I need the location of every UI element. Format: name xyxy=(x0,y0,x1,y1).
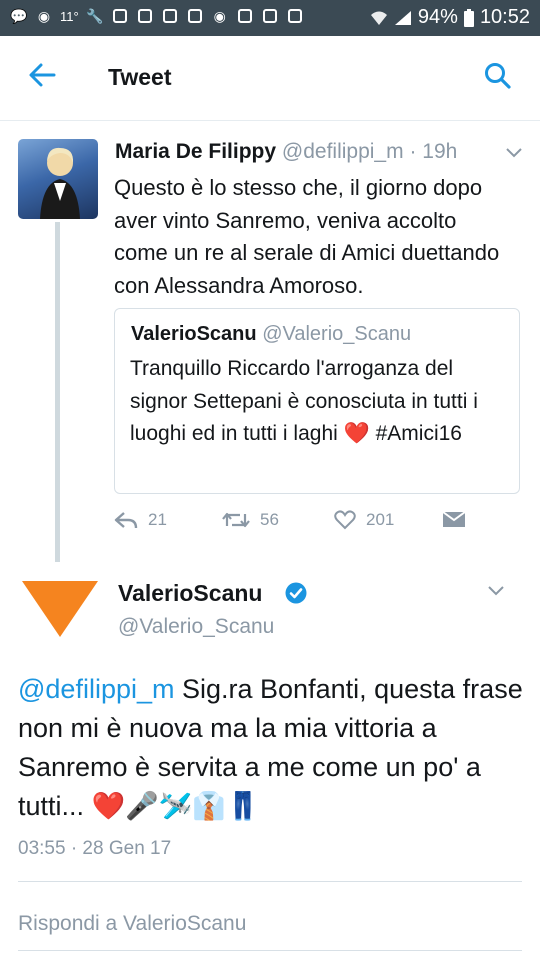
tweet-time: · 19h xyxy=(409,140,458,163)
author-handle: @defilippi_m xyxy=(281,140,404,163)
chevron-down-icon[interactable] xyxy=(506,148,522,158)
reply-button[interactable]: 21 xyxy=(114,510,167,530)
quoted-text: Tranquillo Riccardo l'arroganza del sign… xyxy=(130,357,478,445)
divider xyxy=(18,950,522,951)
retweet-button[interactable]: 56 xyxy=(222,510,279,530)
retweet-icon xyxy=(222,512,250,528)
quoted-tweet[interactable]: ValerioScanu @Valerio_Scanu Tranquillo R… xyxy=(114,308,520,494)
message-button[interactable] xyxy=(442,510,466,528)
battery-icon xyxy=(463,8,474,27)
instagram-icon xyxy=(236,7,254,25)
verified-badge-icon xyxy=(285,582,307,604)
image-icon xyxy=(111,7,129,25)
profile-photo xyxy=(40,147,80,219)
like-button[interactable]: 201 xyxy=(334,510,394,530)
messenger-icon: ◉ xyxy=(213,7,226,24)
instagram-icon xyxy=(186,7,204,25)
top-bar: Tweet xyxy=(0,36,540,121)
chevron-down-icon[interactable] xyxy=(488,586,504,596)
avatar[interactable] xyxy=(18,139,98,219)
signal-icon xyxy=(394,10,411,25)
reply-icon xyxy=(114,512,138,529)
chat-icon: 💬 xyxy=(10,7,28,24)
tweet-timestamp: 03:55 · 28 Gen 17 xyxy=(18,838,172,859)
like-count: 201 xyxy=(366,510,395,529)
thread-connector xyxy=(55,222,60,562)
status-bar: 💬 ◉ 11° 🔧 ◉ 94% 10:52 xyxy=(0,0,540,36)
quoted-author-name: ValerioScanu xyxy=(131,323,257,345)
wrench-icon: 🔧 xyxy=(85,7,104,24)
reply-count: 21 xyxy=(148,510,167,529)
instagram-icon xyxy=(286,7,304,25)
tweet-text: @defilippi_m Sig.ra Bonfanti, questa fra… xyxy=(18,670,523,826)
temperature: 11° xyxy=(60,8,79,24)
clock: 10:52 xyxy=(479,6,530,28)
author-name[interactable]: ValerioScanu xyxy=(118,580,262,607)
battery-percentage: 94% xyxy=(417,6,458,28)
envelope-icon xyxy=(442,511,466,527)
instagram-icon xyxy=(136,7,154,25)
mention-link[interactable]: @defilippi_m xyxy=(18,674,174,704)
avatar[interactable] xyxy=(20,575,100,641)
notification-icons: 💬 ◉ 11° 🔧 ◉ xyxy=(10,7,304,25)
search-icon[interactable] xyxy=(484,62,512,90)
tweet-actions: 21 56 201 xyxy=(114,508,534,538)
divider xyxy=(18,881,522,882)
quoted-author-handle: @Valerio_Scanu xyxy=(262,323,412,345)
messenger-icon: ◉ xyxy=(37,7,51,24)
tweet-text: Questo è lo stesso che, il giorno dopo a… xyxy=(114,175,500,298)
instagram-icon xyxy=(261,7,279,25)
author-name: Maria De Filippy xyxy=(115,140,277,163)
wifi-icon xyxy=(370,11,387,25)
instagram-icon xyxy=(161,7,179,25)
retweet-count: 56 xyxy=(260,510,279,529)
back-arrow-icon[interactable] xyxy=(28,62,56,88)
heart-icon xyxy=(334,510,356,530)
reply-input[interactable]: Rispondi a ValerioScanu xyxy=(18,912,246,936)
page-title: Tweet xyxy=(108,64,172,90)
author-handle[interactable]: @Valerio_Scanu xyxy=(118,615,274,639)
system-indicators: 94% 10:52 xyxy=(370,6,530,29)
tweet-author[interactable]: Maria De Filippy @defilippi_m · 19h xyxy=(115,140,457,164)
quoted-author: ValerioScanu @Valerio_Scanu xyxy=(131,323,411,346)
